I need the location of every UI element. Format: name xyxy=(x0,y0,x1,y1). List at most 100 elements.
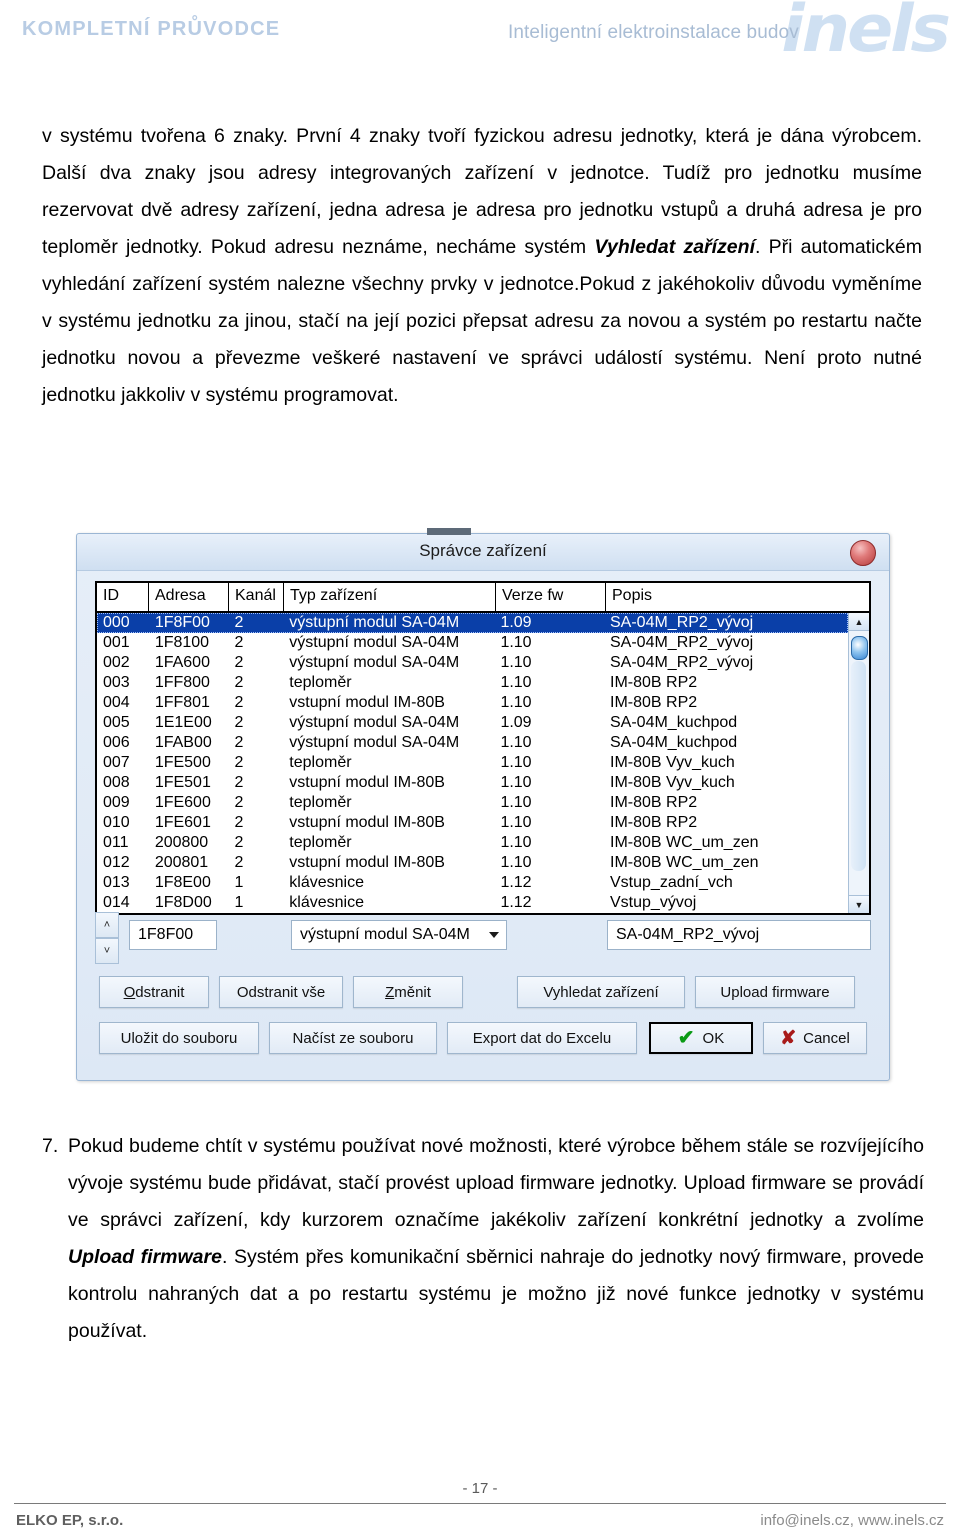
table-row[interactable]: 014 1F8D00 1 klávesnice 1.12 Vstup_vývoj xyxy=(97,893,848,913)
device-table: ID Adresa Kanál Typ zařízení Verze fw Po… xyxy=(95,581,871,915)
table-cell-typ: klávesnice xyxy=(289,874,364,891)
column-header-verze-fw[interactable]: Verze fw xyxy=(496,583,606,611)
table-row[interactable]: 005 1E1E00 2 výstupní modul SA-04M 1.09 SA-04… xyxy=(97,713,848,733)
table-row[interactable]: 002 1FA600 2 výstupní modul SA-04M 1.10 SA-04… xyxy=(97,653,848,673)
table-cell-adr: 1FAB00 xyxy=(154,734,212,751)
delete-button-label: dstranit xyxy=(135,983,185,1001)
column-header-popis[interactable]: Popis xyxy=(606,583,851,611)
table-cell-ver: 1.10 xyxy=(500,734,532,751)
device-edit-row: ˄ ˅ 1F8F00 výstupní modul SA-04M SA-04M_… xyxy=(95,912,871,964)
scroll-up-arrow-icon[interactable]: ▲ xyxy=(849,613,869,631)
table-cell-adr: 1FF800 xyxy=(154,674,210,691)
close-icon[interactable] xyxy=(850,540,876,566)
table-cell-kan: 2 xyxy=(234,794,244,811)
table-row[interactable]: 011 200800 2 teploměr 1.10 IM-80B WC_um_zen xyxy=(97,833,848,853)
list-item-number: 7. xyxy=(42,1135,59,1157)
delete-button[interactable]: Odstranit xyxy=(99,976,209,1008)
table-row[interactable]: 000 1F8F00 2 výstupní modul SA-04M 1.09 SA-04… xyxy=(97,613,848,633)
table-row[interactable]: 012 200801 2 vstupní modul IM-80B 1.10 IM-80B… xyxy=(97,853,848,873)
table-row[interactable]: 013 1F8E00 1 klávesnice 1.12 Vstup_zadní_vch xyxy=(97,873,848,893)
table-cell-ver: 1.10 xyxy=(500,694,532,711)
table-cell-typ: výstupní modul SA-04M xyxy=(289,654,460,671)
delete-all-button[interactable]: Odstranit vše xyxy=(219,976,343,1008)
description-input[interactable]: SA-04M_RP2_vývoj xyxy=(607,920,871,950)
spinner-up-icon[interactable]: ˄ xyxy=(95,912,119,938)
table-cell-typ: vstupní modul IM-80B xyxy=(289,854,445,871)
table-cell-kan: 2 xyxy=(234,694,244,711)
table-vertical-scrollbar[interactable]: ▲ ▼ xyxy=(848,613,869,913)
table-row[interactable]: 004 1FF801 2 vstupní modul IM-80B 1.10 IM-80B… xyxy=(97,693,848,713)
table-cell-pop: SA-04M_RP2_vývoj xyxy=(610,614,754,631)
scrollbar-thumb[interactable] xyxy=(851,636,868,660)
table-cell-pop: IM-80B RP2 xyxy=(610,794,698,811)
device-type-select[interactable]: výstupní modul SA-04M xyxy=(291,920,507,950)
table-cell-kan: 2 xyxy=(234,614,244,631)
table-row[interactable]: 010 1FE601 2 vstupní modul IM-80B 1.10 IM-80B… xyxy=(97,813,848,833)
table-row[interactable]: 001 1F8100 2 výstupní modul SA-04M 1.10 SA-04… xyxy=(97,633,848,653)
table-cell-adr: 200801 xyxy=(154,854,209,871)
column-header-adresa[interactable]: Adresa xyxy=(149,583,229,611)
scroll-down-arrow-icon[interactable]: ▼ xyxy=(849,895,869,913)
scrollbar-track[interactable] xyxy=(851,661,866,871)
header-guide-title: KOMPLETNÍ PRŮVODCE xyxy=(22,18,281,40)
page-number: - 17 - xyxy=(462,1480,498,1497)
spinner-down-icon[interactable]: ˅ xyxy=(95,938,119,964)
table-row[interactable]: 009 1FE600 2 teploměr 1.10 IM-80B RP2 xyxy=(97,793,848,813)
table-cell-ver: 1.10 xyxy=(500,774,532,791)
table-cell-id: 005 xyxy=(103,714,130,731)
edit-button[interactable]: Změnit xyxy=(353,976,463,1008)
inels-logo: inels xyxy=(781,0,951,68)
table-cell-pop: IM-80B RP2 xyxy=(610,814,698,831)
upload-firmware-button[interactable]: Upload firmware xyxy=(695,976,855,1008)
header-subtitle: Inteligentní elektroinstalace budov xyxy=(508,22,799,43)
column-header-id[interactable]: ID xyxy=(97,583,149,611)
table-row[interactable]: 007 1FE500 2 teploměr 1.10 IM-80B Vyv_kuch xyxy=(97,753,848,773)
paragraph-bottom-part1: Pokud budeme chtít v systému používat no… xyxy=(68,1135,924,1231)
table-cell-adr: 1FE501 xyxy=(154,774,211,791)
column-header-typ[interactable]: Typ zařízení xyxy=(284,583,496,611)
footer-contact: info@inels.cz, www.inels.cz xyxy=(760,1512,944,1529)
table-cell-id: 000 xyxy=(103,614,130,631)
delete-button-accel: O xyxy=(123,983,136,1001)
table-cell-pop: IM-80B RP2 xyxy=(610,694,698,711)
record-spinner[interactable]: ˄ ˅ xyxy=(95,912,119,964)
table-cell-adr: 1F8D00 xyxy=(154,894,212,911)
dialog-titlebar: Správce zařízení xyxy=(77,528,889,571)
paragraph-top-emphasis: Vyhledat zařízení xyxy=(594,236,755,258)
table-cell-adr: 1FF801 xyxy=(154,694,210,711)
ok-button[interactable]: ✔ OK xyxy=(649,1022,753,1054)
table-body-area: 000 1F8F00 2 výstupní modul SA-04M 1.09 SA-04… xyxy=(97,613,869,913)
table-cell-kan: 2 xyxy=(234,774,244,791)
table-cell-kan: 1 xyxy=(234,894,244,911)
table-cell-id: 013 xyxy=(103,874,130,891)
table-cell-pop: Vstup_zadní_vch xyxy=(610,874,733,891)
page-header: inels KOMPLETNÍ PRŮVODCE Inteligentní el… xyxy=(0,0,960,78)
table-cell-typ: vstupní modul IM-80B xyxy=(289,694,445,711)
device-manager-dialog: Správce zařízení ID Adresa Kanál Typ zař… xyxy=(77,528,889,1080)
export-to-excel-button[interactable]: Export dat do Excelu xyxy=(447,1022,637,1054)
search-devices-button[interactable]: Vyhledat zařízení xyxy=(517,976,685,1008)
table-cell-pop: IM-80B RP2 xyxy=(610,674,698,691)
table-cell-pop: IM-80B WC_um_zen xyxy=(610,834,759,851)
table-cell-ver: 1.10 xyxy=(500,854,532,871)
table-cell-typ: výstupní modul SA-04M xyxy=(289,614,460,631)
table-cell-id: 012 xyxy=(103,854,130,871)
table-cell-typ: klávesnice xyxy=(289,894,364,911)
table-row[interactable]: 003 1FF800 2 teploměr 1.10 IM-80B RP2 xyxy=(97,673,848,693)
cancel-button[interactable]: ✘ Cancel xyxy=(763,1022,867,1054)
load-from-file-button[interactable]: Načíst ze souboru xyxy=(269,1022,437,1054)
table-cell-typ: výstupní modul SA-04M xyxy=(289,734,460,751)
table-header-row: ID Adresa Kanál Typ zařízení Verze fw Po… xyxy=(97,583,869,613)
column-header-kanal[interactable]: Kanál xyxy=(229,583,284,611)
table-cell-id: 008 xyxy=(103,774,130,791)
table-row[interactable]: 008 1FE501 2 vstupní modul IM-80B 1.10 IM-80B… xyxy=(97,773,848,793)
footer-divider xyxy=(14,1503,946,1504)
table-cell-typ: vstupní modul IM-80B xyxy=(289,774,445,791)
table-row[interactable]: 006 1FAB00 2 výstupní modul SA-04M 1.10 SA-04… xyxy=(97,733,848,753)
table-cell-adr: 1F8100 xyxy=(154,634,210,651)
save-to-file-button[interactable]: Uložit do souboru xyxy=(99,1022,259,1054)
table-cell-pop: IM-80B Vyv_kuch xyxy=(610,754,735,771)
address-input[interactable]: 1F8F00 xyxy=(129,920,217,950)
table-cell-kan: 2 xyxy=(234,674,244,691)
table-cell-typ: teploměr xyxy=(289,834,352,851)
